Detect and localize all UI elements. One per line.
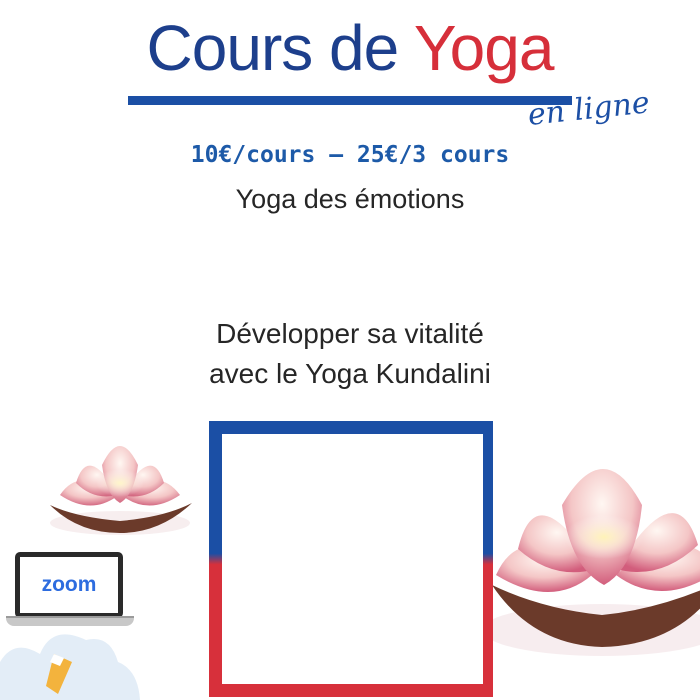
title-underline <box>128 96 572 105</box>
lotus-flower-left-icon <box>50 446 192 535</box>
subtitle-script: en ligne <box>526 85 652 133</box>
title-accent: Yoga <box>413 12 555 84</box>
laptop-base <box>6 616 134 626</box>
description-line-2: avec le Yoga Kundalini <box>209 358 491 389</box>
page-title: Cours de Yoga <box>0 8 700 88</box>
zoom-logo: zoom <box>41 573 97 596</box>
description: Développer sa vitalité avec le Yoga Kund… <box>0 314 700 394</box>
title-main: Cours de <box>146 12 400 84</box>
photo-frame <box>209 421 493 697</box>
price-line: 10€/cours – 25€/3 cours <box>190 142 510 168</box>
laptop-icon: zoom <box>6 552 134 628</box>
laptop-screen: zoom <box>15 552 123 618</box>
lotus-flower-right-icon <box>492 469 700 656</box>
description-line-1: Développer sa vitalité <box>216 318 484 349</box>
yoga-poster: Cours de Yoga en ligne 10€/cours – 25€/3… <box>0 0 700 700</box>
theme-title: Yoga des émotions <box>235 184 465 214</box>
photo-placeholder <box>222 434 483 684</box>
laptop-display: zoom <box>20 557 118 613</box>
